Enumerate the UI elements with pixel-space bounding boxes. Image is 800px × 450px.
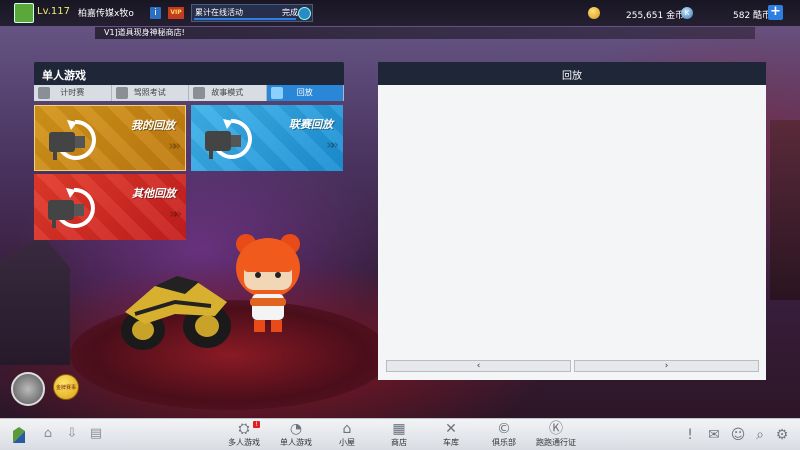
info-icon[interactable]: i [150, 7, 161, 19]
car-license-icon [115, 87, 128, 99]
tab-replay[interactable]: 回放 [266, 85, 344, 101]
card-label: 我的回放 [131, 119, 175, 132]
background-building [770, 120, 800, 300]
announcement-ticker: V1]道具现身神秘商店! [95, 27, 755, 39]
replay-list [378, 85, 766, 380]
league-replay-card[interactable]: 联赛回放 »» [191, 105, 343, 171]
nav-multiplayer[interactable]: ⛭ 多人游戏 ! [222, 421, 266, 449]
add-currency-button[interactable]: + [768, 5, 783, 20]
pass-icon: Ⓚ [549, 421, 563, 437]
task-status: 完成 [282, 8, 298, 17]
racer-character-image [236, 234, 300, 332]
shop-icon: ▦ [392, 421, 406, 437]
nav-label: 小屋 [339, 438, 355, 447]
mode-tabs: 计时赛 驾照考试 故事模式 回放 [34, 85, 344, 101]
task-label: 累计在线活动 [195, 8, 243, 17]
nav-shop[interactable]: ▦ 商店 [377, 421, 421, 449]
nav-house[interactable]: ⌂ 小屋 [325, 421, 369, 449]
nav-single-player[interactable]: ◔ 单人游戏 [274, 421, 318, 449]
next-page-button[interactable]: › [574, 360, 759, 372]
chevron-right-icon: »» [169, 207, 182, 222]
player-nickname: 柏嘉传媒x牧o [78, 9, 134, 19]
vip-badge[interactable]: VIP [168, 7, 184, 19]
nav-label: 多人游戏 [228, 438, 260, 447]
nav-garage[interactable]: ✕ 车库 [429, 421, 473, 449]
card-label: 联赛回放 [289, 118, 333, 131]
bottom-navigation-bar: ⌂ ⇩ ▤ ⛭ 多人游戏 ! ◔ 单人游戏 ⌂ 小屋 ▦ 商店 ✕ 车库 © 俱… [0, 418, 800, 450]
chat-icon[interactable]: ✉ [705, 426, 723, 444]
card-label: 其他回放 [132, 187, 176, 200]
stopwatch-icon [38, 87, 50, 99]
online-activity-task[interactable]: 累计在线活动 完成 [191, 4, 313, 22]
nav-label: 跑跑通行证 [536, 438, 576, 447]
nav-label: 单人游戏 [280, 438, 312, 447]
tab-time-trial[interactable]: 计时赛 [34, 85, 112, 101]
tab-label: 故事模式 [211, 88, 244, 97]
motorcycle-kart-image [121, 276, 231, 350]
search-icon[interactable]: ⌕ [752, 426, 768, 444]
k-coin-balance: 582 酷币 [733, 11, 772, 21]
previous-page-button[interactable]: ‹ [386, 360, 571, 372]
settings-gear-icon[interactable]: ⚙ [774, 426, 790, 444]
replay-list-header: 回放 [378, 62, 766, 85]
multiplayer-icon: ⛭ [238, 421, 250, 437]
single-player-header: 单人游戏 [34, 62, 344, 85]
club-icon: © [497, 421, 511, 437]
replay-icon [270, 87, 283, 99]
my-replay-card[interactable]: 我的回放 »» [34, 105, 186, 171]
single-player-icon: ◔ [289, 421, 303, 437]
nav-pass[interactable]: Ⓚ 跑跑通行证 [530, 421, 582, 449]
gold-medal-event-badge[interactable]: 金牌赛事 [53, 374, 79, 400]
download-icon[interactable]: ⇩ [65, 427, 79, 441]
nav-label: 俱乐部 [492, 438, 516, 447]
chevron-right-icon: »» [168, 139, 181, 154]
page-title: 单人游戏 [42, 69, 86, 82]
friends-icon[interactable]: ☺ [729, 426, 747, 444]
replay-list-title: 回放 [562, 71, 582, 82]
notification-badge: ! [253, 421, 260, 428]
event-emblem-icon[interactable] [11, 372, 45, 406]
document-icon[interactable]: ▤ [89, 427, 103, 441]
k-coin-icon: K [681, 7, 693, 19]
video-camera-replay-icon [205, 118, 252, 159]
house-icon: ⌂ [342, 421, 352, 437]
top-status-bar: Lv.117 柏嘉传媒x牧o i VIP 累计在线活动 完成 255,651 金… [0, 0, 800, 26]
video-camera-replay-icon [48, 187, 95, 228]
book-icon [193, 87, 205, 99]
tab-license-test[interactable]: 驾照考试 [112, 85, 189, 101]
player-level: Lv.117 [37, 6, 70, 17]
home-icon[interactable]: ⌂ [41, 427, 55, 441]
nav-label: 商店 [391, 438, 407, 447]
gold-coin-balance: 255,651 金币 [626, 11, 685, 21]
tab-label: 驾照考试 [133, 88, 166, 97]
nav-label: 车库 [443, 438, 459, 447]
tab-label: 计时赛 [60, 88, 85, 97]
task-progress-bar [194, 18, 296, 20]
refresh-icon[interactable] [298, 7, 311, 20]
nav-club[interactable]: © 俱乐部 [482, 421, 526, 449]
other-replay-card[interactable]: 其他回放 »» [34, 174, 186, 240]
player-avatar[interactable] [14, 3, 34, 23]
alert-icon[interactable]: ! [684, 426, 696, 444]
gold-coin-icon [588, 7, 600, 19]
game-logo-icon [13, 427, 25, 443]
video-camera-replay-icon [49, 119, 96, 160]
tab-story-mode[interactable]: 故事模式 [189, 85, 267, 101]
garage-icon: ✕ [445, 421, 457, 437]
chevron-right-icon: »» [326, 138, 339, 153]
tab-label: 回放 [296, 88, 313, 97]
